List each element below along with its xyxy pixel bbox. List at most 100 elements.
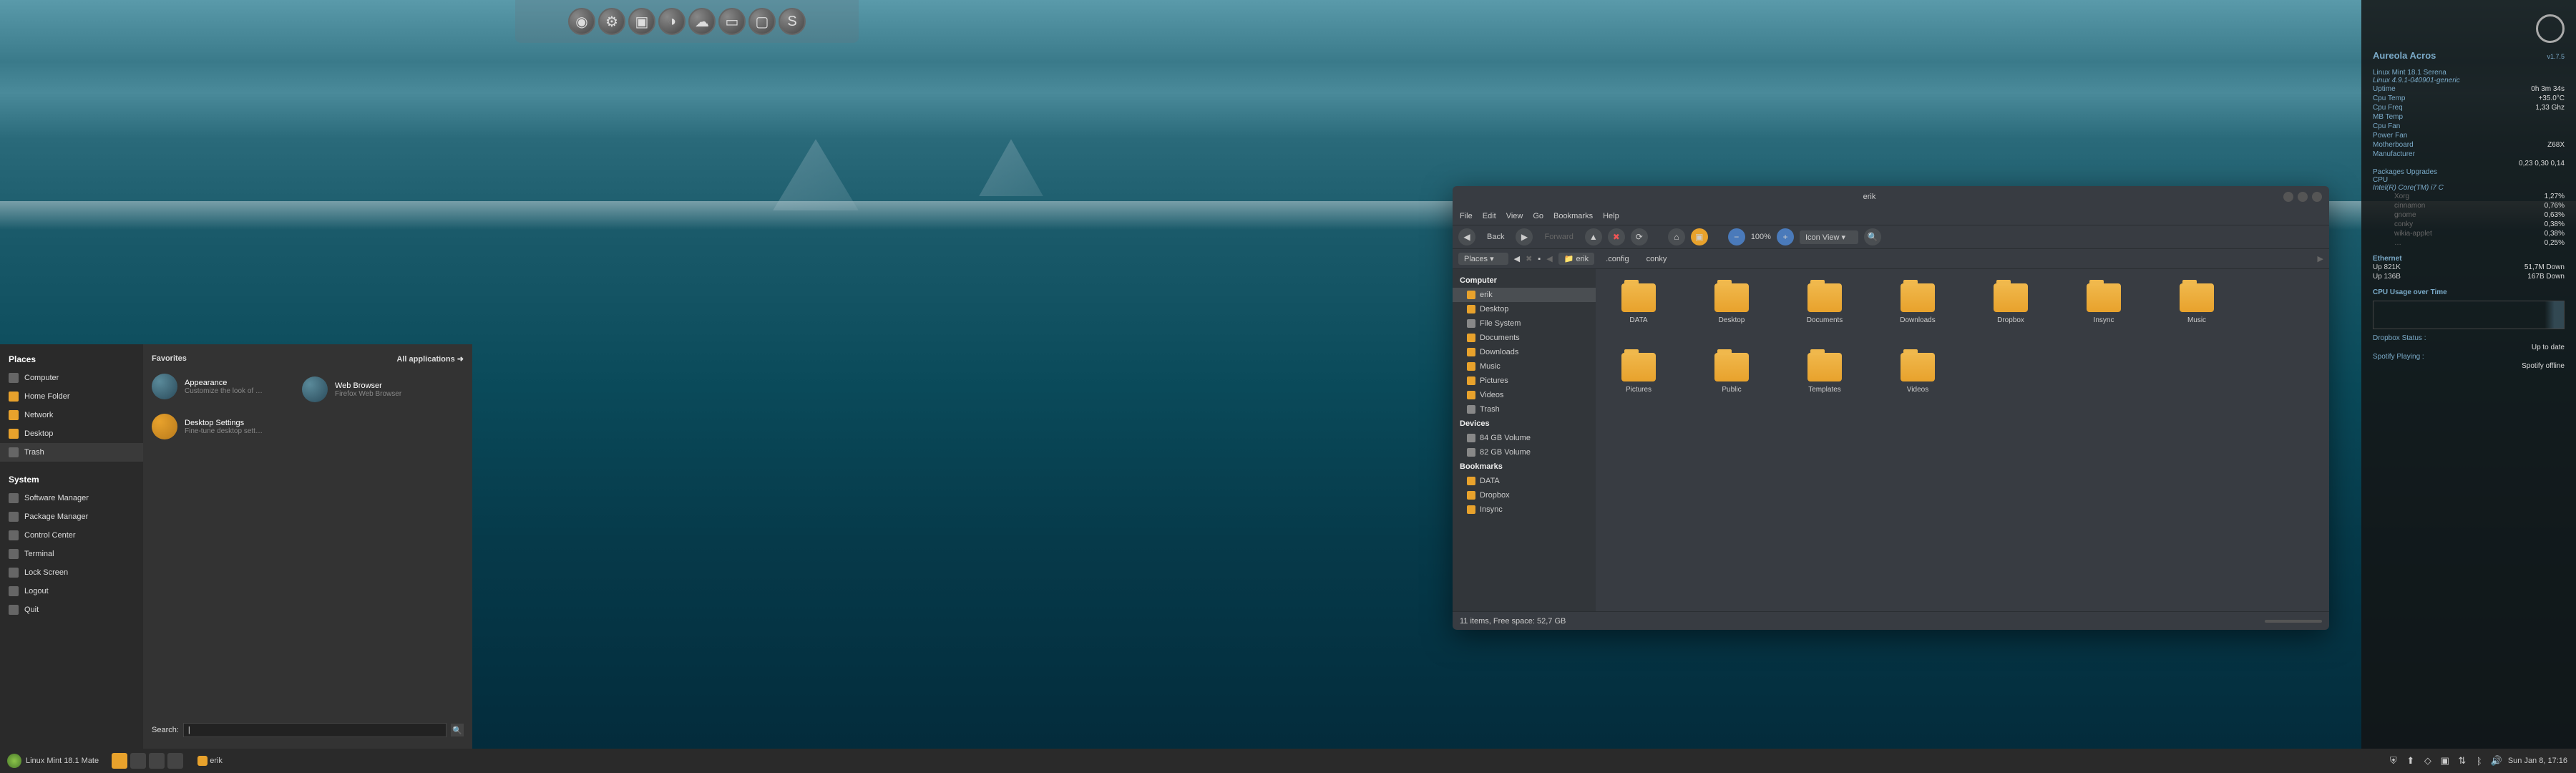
menu-bookmarks[interactable]: Bookmarks — [1553, 212, 1593, 220]
sidebar-bookmark-insync[interactable]: Insync — [1453, 502, 1596, 517]
zoom-slider[interactable] — [2265, 620, 2322, 623]
maximize-button[interactable] — [2298, 192, 2308, 202]
tray-shield-icon[interactable]: ⛨ — [2388, 755, 2399, 767]
appearance-icon — [152, 374, 177, 399]
tray-image-icon[interactable]: ▣ — [2439, 755, 2451, 767]
quicklaunch-1-icon[interactable] — [130, 753, 146, 769]
close-button[interactable] — [2312, 192, 2322, 202]
view-mode-select[interactable]: Icon View ▾ — [1800, 230, 1858, 244]
menu-view[interactable]: View — [1506, 212, 1523, 220]
folder-public[interactable]: Public — [1703, 353, 1760, 394]
folder-dropbox[interactable]: Dropbox — [1982, 283, 2039, 324]
sublabel: Fine-tune desktop sett… — [185, 427, 263, 435]
folder-pictures[interactable]: Pictures — [1610, 353, 1667, 394]
system-logout[interactable]: Logout — [0, 582, 143, 601]
sidebar-pictures[interactable]: Pictures — [1453, 374, 1596, 388]
sidebar-downloads[interactable]: Downloads — [1453, 345, 1596, 359]
system-quit[interactable]: Quit — [0, 601, 143, 619]
places-computer[interactable]: Computer — [0, 369, 143, 387]
system-terminal[interactable]: Terminal — [0, 545, 143, 563]
folder-music[interactable]: Music — [2168, 283, 2225, 324]
search-input[interactable] — [183, 723, 447, 737]
up-button[interactable]: ▲ — [1585, 228, 1602, 245]
launcher-steam-icon[interactable]: ⚙ — [598, 8, 625, 35]
places-home-folder[interactable]: Home Folder — [0, 387, 143, 406]
sidebar-videos[interactable]: Videos — [1453, 388, 1596, 402]
minimize-button[interactable] — [2283, 192, 2293, 202]
search-button-icon[interactable]: 🔍 — [451, 724, 464, 736]
favorite-web-browser[interactable]: Web BrowserFirefox Web Browser — [293, 371, 472, 408]
sidebar-volume-84[interactable]: 84 GB Volume — [1453, 431, 1596, 445]
home-button[interactable]: ⌂ — [1668, 228, 1685, 245]
stop-button[interactable]: ✖ — [1608, 228, 1625, 245]
sidebar-trash[interactable]: Trash — [1453, 402, 1596, 417]
places-network[interactable]: Network — [0, 406, 143, 424]
menu-go[interactable]: Go — [1533, 212, 1543, 220]
places-dropdown[interactable]: Places ▾ — [1458, 253, 1508, 265]
system-lock-screen[interactable]: Lock Screen — [0, 563, 143, 582]
system-software-manager[interactable]: Software Manager — [0, 489, 143, 507]
favorite-desktop-settings[interactable]: Desktop SettingsFine-tune desktop sett… — [143, 408, 472, 445]
folder-videos[interactable]: Videos — [1889, 353, 1946, 394]
new-tab-icon[interactable]: ▪ — [1538, 255, 1541, 263]
quicklaunch-2-icon[interactable] — [149, 753, 165, 769]
tray-bluetooth-icon[interactable]: ᛒ — [2474, 755, 2485, 767]
sidebar-erik[interactable]: erik — [1453, 288, 1596, 302]
all-applications-button[interactable]: All applications ➜ — [396, 354, 464, 364]
breadcrumb-config[interactable]: .config — [1600, 253, 1634, 265]
launcher-firefox-icon[interactable]: ◉ — [568, 8, 595, 35]
sidebar-volume-82[interactable]: 82 GB Volume — [1453, 445, 1596, 460]
back-button[interactable]: ◀ — [1458, 228, 1475, 245]
forward-button[interactable]: ▶ — [1516, 228, 1533, 245]
launcher-display-icon[interactable]: ▢ — [748, 8, 776, 35]
start-button[interactable]: Linux Mint 18.1 Mate — [0, 754, 106, 768]
folder-documents[interactable]: Documents — [1796, 283, 1853, 324]
crumb-close-icon[interactable]: ✖ — [1526, 254, 1532, 263]
menu-edit[interactable]: Edit — [1483, 212, 1496, 220]
system-package-manager[interactable]: Package Manager — [0, 507, 143, 526]
folder-insync[interactable]: Insync — [2075, 283, 2132, 324]
folder-templates[interactable]: Templates — [1796, 353, 1853, 394]
clock[interactable]: Sun Jan 8, 17:16 — [2508, 757, 2567, 765]
menu-help[interactable]: Help — [1603, 212, 1619, 220]
launcher-skype-icon[interactable]: S — [779, 8, 806, 35]
tray-network-icon[interactable]: ⇅ — [2457, 755, 2468, 767]
folder-icon — [1621, 353, 1656, 381]
breadcrumb-erik[interactable]: 📁 erik — [1558, 253, 1595, 265]
tray-volume-icon[interactable]: 🔊 — [2491, 755, 2502, 767]
search-button[interactable]: 🔍 — [1864, 228, 1881, 245]
tray-dropbox-icon[interactable]: ◇ — [2422, 755, 2434, 767]
quicklaunch-files-icon[interactable] — [112, 753, 127, 769]
places-trash[interactable]: Trash — [0, 443, 143, 462]
taskbar-task-erik[interactable]: erik — [189, 756, 231, 766]
label: Quit — [24, 606, 39, 614]
folder-view[interactable]: DATA Desktop Documents Downloads Dropbox Insy… — [1596, 269, 2329, 611]
folder-data[interactable]: DATA — [1610, 283, 1667, 324]
quicklaunch-3-icon[interactable] — [167, 753, 183, 769]
breadcrumb-conky[interactable]: conky — [1641, 253, 1673, 265]
launcher-chrome-icon[interactable]: ◑ — [658, 8, 686, 35]
folder-icon — [2087, 283, 2121, 312]
computer-button[interactable]: ▣ — [1691, 228, 1708, 245]
sidebar-bookmark-data[interactable]: DATA — [1453, 474, 1596, 488]
folder-downloads[interactable]: Downloads — [1889, 283, 1946, 324]
launcher-briefcase-icon[interactable]: ▭ — [718, 8, 746, 35]
zoom-out-button[interactable]: − — [1728, 228, 1745, 245]
sidebar-bookmark-dropbox[interactable]: Dropbox — [1453, 488, 1596, 502]
sidebar-filesystem[interactable]: File System — [1453, 316, 1596, 331]
sidebar-music[interactable]: Music — [1453, 359, 1596, 374]
sidebar-desktop[interactable]: Desktop — [1453, 302, 1596, 316]
menu-file[interactable]: File — [1460, 212, 1473, 220]
sidebar-documents[interactable]: Documents — [1453, 331, 1596, 345]
folder-desktop[interactable]: Desktop — [1703, 283, 1760, 324]
label: Control Center — [24, 531, 76, 540]
reload-button[interactable]: ⟳ — [1631, 228, 1648, 245]
launcher-terminal-icon[interactable]: ▣ — [628, 8, 655, 35]
path-back-icon[interactable]: ◀ — [1514, 254, 1520, 263]
system-control-center[interactable]: Control Center — [0, 526, 143, 545]
launcher-twitter-icon[interactable]: ☁ — [688, 8, 716, 35]
titlebar[interactable]: erik — [1453, 186, 2329, 208]
zoom-in-button[interactable]: + — [1777, 228, 1794, 245]
tray-updates-icon[interactable]: ⬆ — [2405, 755, 2416, 767]
places-desktop[interactable]: Desktop — [0, 424, 143, 443]
